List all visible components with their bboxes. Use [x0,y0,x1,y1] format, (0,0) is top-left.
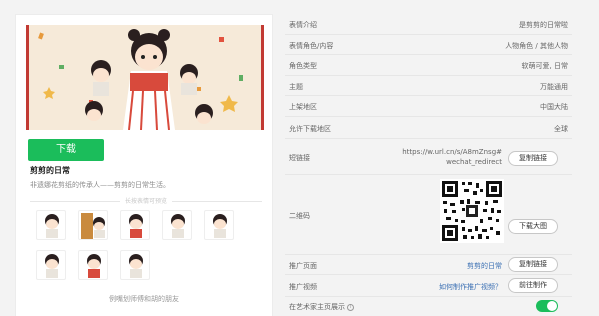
detail-label: 推广视频 [289,283,317,291]
art-display-label: 在艺术家主页展示 [289,303,345,311]
sticker-thumb[interactable] [204,210,234,240]
detail-row-role: 表情角色/内容 人物角色 / 其他人物 [285,35,572,55]
detail-value: 全球 [554,125,568,133]
promo-page-link[interactable]: 剪剪的日常 [467,261,502,271]
detail-value: 中国大陆 [540,103,568,111]
detail-row-art-display: 在艺术家主页展示 i [285,297,572,316]
detail-value: 软萌可爱, 日常 [521,62,568,70]
detail-label: 表情角色/内容 [289,42,334,50]
sticker-thumb[interactable] [78,210,108,240]
promo-video-help-link[interactable]: 如何制作推广视频？ [439,282,502,292]
sticker-banner-image [26,25,264,130]
detail-row-qrcode: 二维码 下载大图 [285,175,572,255]
sticker-thumb[interactable] [36,210,66,240]
detail-label: 角色类型 [289,62,317,70]
sticker-title: 剪剪的日常 [30,166,70,175]
info-icon[interactable]: i [347,303,354,311]
sticker-card: 下载 剪剪的日常 非遗娜花剪纸的传承人——剪剪的日常生活。 长按表情可预览 例嘴… [15,14,273,316]
detail-value: 人物角色 / 其他人物 [505,42,568,50]
detail-value: 万能通用 [540,83,568,91]
detail-label: 允许下载地区 [289,125,331,133]
detail-row-promo-video: 推广视频 如何制作推广视频？ 前往制作 [285,275,572,297]
sticker-details-panel: 表情介绍 是剪剪的日常啦 表情角色/内容 人物角色 / 其他人物 角色类型 软萌… [285,14,572,316]
detail-label: 主题 [289,83,303,91]
detail-row-theme: 主题 万能通用 [285,76,572,96]
copy-promo-link-button[interactable]: 复制链接 [508,257,558,272]
download-qr-button[interactable]: 下载大图 [508,219,558,234]
sticker-description: 非遗娜花剪纸的传承人——剪剪的日常生活。 [30,181,170,189]
detail-row-shortlink: 短链接 https://w.url.cn/s/A8mZnsg# wechat_r… [285,139,572,175]
detail-label: 二维码 [289,212,310,220]
shortlink-url: https://w.url.cn/s/A8mZnsg# [402,148,502,156]
detail-label: 推广页面 [289,262,317,270]
detail-row-promo-page: 推广页面 剪剪的日常 复制链接 [285,255,572,275]
detail-row-allowed-region: 允许下载地区 全球 [285,117,572,139]
qr-code-image [440,179,504,243]
shortlink-url-cont: wechat_redirect [446,158,502,166]
sticker-footer-note: 例嘴划师傅和胡的朋友 [109,295,179,303]
toggle-knob [547,301,557,311]
sticker-thumb[interactable] [78,250,108,280]
sticker-thumb[interactable] [36,250,66,280]
divider-line [172,201,262,202]
detail-label: 短链接 [289,154,310,162]
preview-divider: 长按表情可预览 [30,196,262,206]
art-display-toggle[interactable] [536,300,558,312]
copy-link-button[interactable]: 复制链接 [508,151,558,166]
detail-row-type: 角色类型 软萌可爱, 日常 [285,55,572,76]
sticker-thumb[interactable] [162,210,192,240]
detail-row-intro: 表情介绍 是剪剪的日常啦 [285,14,572,35]
go-make-button[interactable]: 前往制作 [508,278,558,293]
sticker-thumb[interactable] [120,250,150,280]
detail-label: 表情介绍 [289,21,317,29]
detail-label: 上架地区 [289,103,317,111]
detail-row-region: 上架地区 中国大陆 [285,96,572,117]
detail-value: 是剪剪的日常啦 [519,21,568,29]
sticker-thumb[interactable] [120,210,150,240]
download-button[interactable]: 下载 [28,139,104,161]
detail-label: 在艺术家主页展示 i [289,302,354,312]
page: 下载 剪剪的日常 非遗娜花剪纸的传承人——剪剪的日常生活。 长按表情可预览 例嘴… [0,0,599,316]
